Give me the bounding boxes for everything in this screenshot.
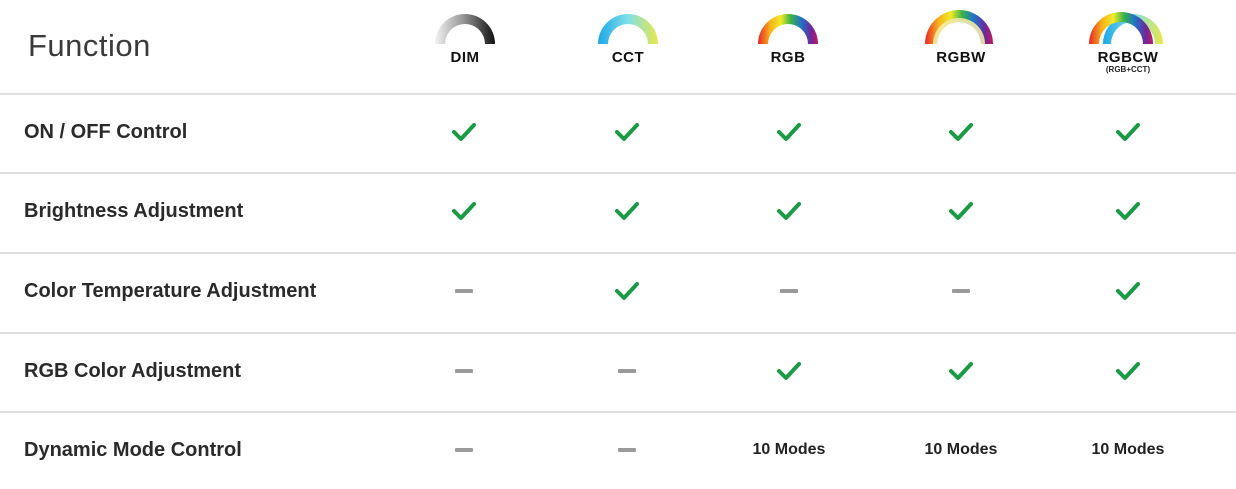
column-label: RGB xyxy=(770,49,806,66)
table-cell xyxy=(906,172,1016,250)
function-column-title: Function xyxy=(28,28,151,63)
dash-icon xyxy=(455,448,473,452)
rgb-arc-icon xyxy=(758,14,818,44)
table-cell xyxy=(734,93,844,171)
table-row: Brightness Adjustment xyxy=(0,172,1236,250)
table-cell xyxy=(409,172,519,250)
row-label: RGB Color Adjustment xyxy=(24,360,242,382)
table-cell xyxy=(734,252,844,330)
column-sublabel: (RGB+CCT) xyxy=(1105,65,1151,74)
row-label: ON / OFF Control xyxy=(24,121,188,143)
checkmark-icon xyxy=(452,202,476,220)
cell-text: 10 Modes xyxy=(924,441,998,458)
dash-icon xyxy=(780,289,798,293)
comparison-table: Function DIM CCT RGB RGBW RGBCW (RGB+CCT… xyxy=(0,0,1236,468)
row-label: Brightness Adjustment xyxy=(24,200,244,222)
table-cell: 10 Modes xyxy=(906,411,1016,489)
table-cell xyxy=(409,411,519,489)
checkmark-icon xyxy=(615,202,639,220)
column-header-cct: CCT xyxy=(573,4,683,92)
column-header-rgb: RGB xyxy=(733,4,843,92)
checkmark-icon xyxy=(777,362,801,380)
checkmark-icon xyxy=(452,123,476,141)
checkmark-icon xyxy=(777,123,801,141)
cell-text: 10 Modes xyxy=(1091,441,1165,458)
table-row: RGB Color Adjustment xyxy=(0,332,1236,410)
checkmark-icon xyxy=(1116,362,1140,380)
column-header-rgbw: RGBW xyxy=(906,4,1016,92)
dash-icon xyxy=(455,369,473,373)
table-cell xyxy=(572,332,682,410)
column-label: RGBW xyxy=(936,49,986,66)
table-cell: 10 Modes xyxy=(734,411,844,489)
table-row: ON / OFF Control xyxy=(0,93,1236,171)
column-label: RGBCW xyxy=(1097,49,1159,66)
column-header-rgbcw: RGBCW (RGB+CCT) xyxy=(1073,4,1183,92)
dash-icon xyxy=(455,289,473,293)
table-cell xyxy=(734,332,844,410)
rgbw-arc-icon xyxy=(925,10,993,44)
table-header: Function DIM CCT RGB RGBW RGBCW (RGB+CCT… xyxy=(0,0,1236,94)
checkmark-icon xyxy=(949,202,973,220)
checkmark-icon xyxy=(1116,202,1140,220)
table-cell xyxy=(1073,252,1183,330)
table-cell xyxy=(572,93,682,171)
dim-arc-icon xyxy=(435,14,495,44)
table-cell xyxy=(1073,332,1183,410)
cell-text: 10 Modes xyxy=(752,441,826,458)
table-cell xyxy=(409,252,519,330)
row-label: Dynamic Mode Control xyxy=(24,439,242,461)
column-label: DIM xyxy=(450,49,480,66)
cct-arc-icon xyxy=(598,14,658,44)
table-cell xyxy=(734,172,844,250)
dash-icon xyxy=(952,289,970,293)
table-cell xyxy=(572,411,682,489)
table-cell xyxy=(906,93,1016,171)
checkmark-icon xyxy=(615,123,639,141)
table-cell xyxy=(1073,93,1183,171)
dash-icon xyxy=(618,448,636,452)
column-label: CCT xyxy=(611,49,645,66)
rgbcw-arc-icon xyxy=(1089,12,1163,44)
row-label: Color Temperature Adjustment xyxy=(24,280,317,302)
table-cell xyxy=(572,252,682,330)
table-cell xyxy=(1073,172,1183,250)
table-cell xyxy=(906,252,1016,330)
table-cell xyxy=(409,332,519,410)
table-cell xyxy=(906,332,1016,410)
table-cell xyxy=(572,172,682,250)
column-header-dim: DIM xyxy=(410,4,520,92)
checkmark-icon xyxy=(615,282,639,300)
checkmark-icon xyxy=(949,123,973,141)
table-row: Dynamic Mode Control 10 Modes 10 Modes 10 M… xyxy=(0,411,1236,489)
checkmark-icon xyxy=(1116,123,1140,141)
dash-icon xyxy=(618,369,636,373)
checkmark-icon xyxy=(777,202,801,220)
table-cell xyxy=(409,93,519,171)
checkmark-icon xyxy=(1116,282,1140,300)
table-cell: 10 Modes xyxy=(1073,411,1183,489)
table-row: Color Temperature Adjustment xyxy=(0,252,1236,330)
checkmark-icon xyxy=(949,362,973,380)
